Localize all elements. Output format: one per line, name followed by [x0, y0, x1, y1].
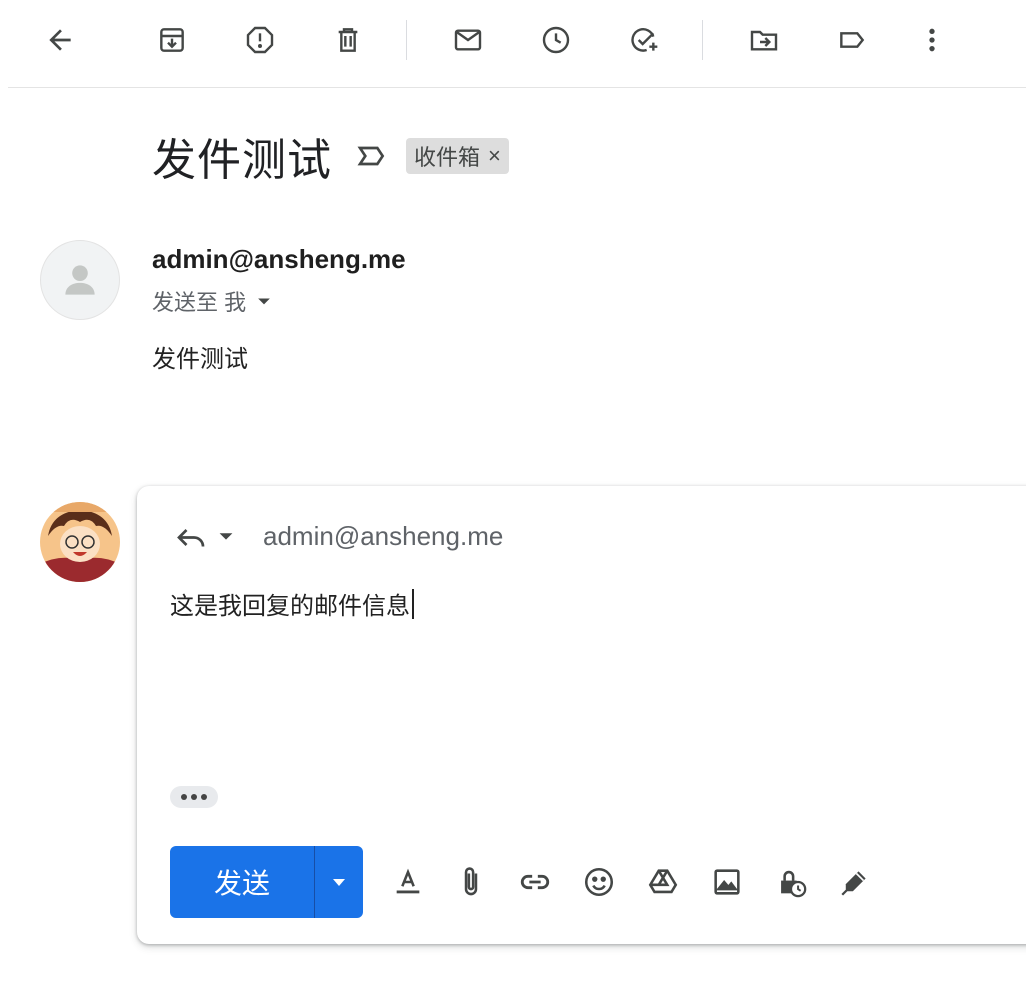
caret-down-icon	[333, 879, 345, 886]
text-cursor	[412, 588, 414, 619]
email-subject: 发件测试	[152, 136, 332, 185]
google-drive-icon[interactable]	[639, 858, 687, 906]
attach-file-icon[interactable]	[447, 858, 495, 906]
sender-avatar[interactable]	[40, 240, 120, 320]
recipient-line: 发送至 我	[152, 290, 247, 315]
report-spam-icon[interactable]	[240, 20, 280, 60]
current-user-avatar[interactable]	[40, 502, 120, 582]
caret-down-icon	[219, 533, 233, 540]
insert-link-icon[interactable]	[511, 858, 559, 906]
emoji-icon[interactable]	[575, 858, 623, 906]
reply-header: admin@ansheng.me	[173, 518, 503, 554]
recipient-details-toggle[interactable]: 发送至 我	[152, 285, 274, 317]
label-icon[interactable]	[832, 20, 872, 60]
send-options-button[interactable]	[314, 846, 363, 918]
text-format-icon[interactable]	[384, 858, 432, 906]
send-button[interactable]: 发送	[170, 846, 314, 918]
delete-icon[interactable]	[328, 20, 368, 60]
message-body: 发件测试	[152, 346, 248, 373]
mark-unread-icon[interactable]	[448, 20, 488, 60]
insert-photo-icon[interactable]	[703, 858, 751, 906]
remove-label-button[interactable]: ×	[488, 143, 501, 169]
confidential-mode-icon[interactable]	[767, 858, 815, 906]
reply-compose-card: admin@ansheng.me 这是我回复的邮件信息 发送	[137, 486, 1026, 944]
inbox-label-chip: 收件箱 ×	[406, 138, 509, 174]
user-avatar-image	[40, 502, 120, 582]
reply-body-editor[interactable]: 这是我回复的邮件信息	[170, 586, 414, 621]
subject-row: 发件测试 收件箱 ×	[152, 128, 509, 185]
inbox-label-text: 收件箱	[414, 145, 481, 170]
show-trimmed-content-button[interactable]	[170, 786, 218, 808]
reply-type-selector[interactable]	[173, 518, 237, 554]
snooze-icon[interactable]	[536, 20, 576, 60]
default-avatar-icon	[65, 265, 95, 295]
reply-arrow-icon	[177, 529, 205, 547]
archive-icon[interactable]	[152, 20, 192, 60]
more-vert-icon[interactable]	[912, 20, 952, 60]
back-arrow-icon[interactable]	[40, 20, 80, 60]
move-to-icon[interactable]	[744, 20, 784, 60]
add-to-tasks-icon[interactable]	[624, 20, 664, 60]
send-button-group: 发送	[170, 846, 363, 918]
signature-icon[interactable]	[831, 858, 879, 906]
reply-recipient[interactable]: admin@ansheng.me	[263, 521, 503, 552]
sender-address[interactable]: admin@ansheng.me	[152, 244, 406, 275]
message-toolbar	[8, 0, 1026, 88]
caret-down-icon	[258, 298, 270, 305]
importance-marker-icon[interactable]	[356, 140, 388, 172]
reply-body-text: 这是我回复的邮件信息	[170, 593, 410, 620]
